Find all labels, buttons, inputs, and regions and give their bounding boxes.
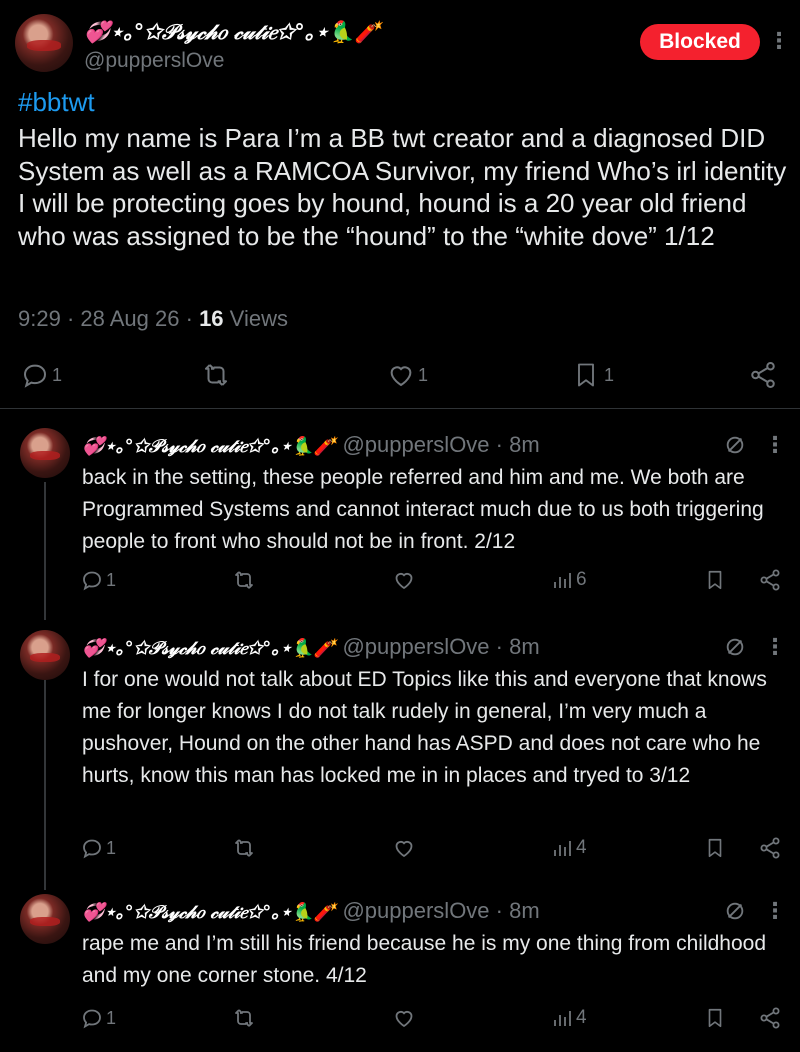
handle[interactable]: @pupperslOve [342, 432, 489, 457]
reply-button[interactable]: 1 [80, 836, 116, 860]
more-options-icon[interactable]: ⋮ [764, 434, 786, 456]
reply-button[interactable]: 1 [80, 1006, 116, 1030]
blocked-button[interactable]: Blocked [640, 24, 760, 60]
avatar[interactable] [15, 14, 73, 72]
like-button[interactable]: 1 [386, 360, 428, 390]
heart-icon [395, 840, 413, 858]
bookmark-button[interactable] [704, 836, 726, 860]
more-options-icon[interactable]: ⋮ [764, 636, 786, 658]
bookmark-icon [708, 838, 722, 858]
bookmark-button[interactable] [704, 568, 726, 592]
retweet-button[interactable] [200, 360, 232, 390]
share-icon [760, 1007, 780, 1029]
tweet-time: 8m [509, 634, 540, 659]
bookmark-button[interactable] [704, 1006, 726, 1030]
heart-icon [395, 1010, 413, 1028]
retweet-button[interactable] [232, 568, 256, 592]
tweet-date: 28 Aug 26 [80, 306, 180, 331]
views-count: 4 [576, 837, 587, 858]
tweet-time: 8m [509, 898, 540, 923]
heart-icon [395, 572, 413, 590]
divider [0, 408, 800, 409]
bookmark-icon [708, 570, 722, 590]
like-button[interactable] [392, 836, 416, 860]
reply-count: 1 [106, 837, 117, 858]
more-options-icon[interactable]: ⋮ [768, 30, 790, 52]
hashtag-link[interactable]: #bbtwt [18, 87, 95, 118]
not-interested-icon[interactable] [724, 900, 746, 922]
tweet-meta: 9:29 · 28 Aug 26 · 16 Views [18, 306, 288, 331]
views-count: 6 [576, 569, 587, 590]
retweet-icon [205, 364, 227, 386]
more-options-icon[interactable]: ⋮ [764, 900, 786, 922]
share-button[interactable] [758, 1006, 782, 1030]
like-button[interactable] [392, 1006, 416, 1030]
share-icon [760, 569, 780, 591]
handle[interactable]: @pupperslOve [84, 49, 224, 73]
analytics-icon [554, 573, 571, 588]
handle[interactable]: @pupperslOve [342, 898, 489, 923]
tweet-time: 9:29 [18, 306, 61, 331]
bookmark-count: 1 [604, 364, 615, 385]
handle[interactable]: @pupperslOve [342, 634, 489, 659]
reply-icon [83, 839, 101, 859]
share-icon [751, 362, 775, 388]
like-button[interactable] [392, 568, 416, 592]
reply-header: 💞⋆｡°✩𝒫𝓈𝓎𝒸𝒽𝑜 𝒸𝓊𝓉𝒾𝑒✩°｡⋆🦜🧨 @pupperslOve · 8… [82, 898, 540, 923]
display-name[interactable]: 💞⋆｡°✩𝒫𝓈𝓎𝒸𝒽𝑜 𝒸𝓊𝓉𝒾𝑒✩°｡⋆🦜🧨 [82, 902, 336, 923]
bookmark-icon [578, 363, 594, 387]
not-interested-icon[interactable] [724, 636, 746, 658]
analytics-icon [554, 841, 571, 856]
heart-icon [390, 366, 412, 387]
avatar[interactable] [20, 428, 70, 478]
like-count: 1 [418, 364, 429, 385]
views-count: 4 [576, 1007, 587, 1028]
tweet-text: I for one would not talk about ED Topics… [82, 668, 767, 787]
reply-button[interactable]: 1 [20, 360, 62, 390]
reply-icon [83, 571, 101, 591]
display-name[interactable]: 💞⋆｡°✩𝒫𝓈𝓎𝒸𝒽𝑜 𝒸𝓊𝓉𝒾𝑒✩°｡⋆🦜🧨 [84, 16, 381, 46]
reply-icon [83, 1009, 101, 1029]
views-button[interactable]: 6 [550, 568, 587, 592]
reply-button[interactable]: 1 [80, 568, 116, 592]
reply-header: 💞⋆｡°✩𝒫𝓈𝓎𝒸𝒽𝑜 𝒸𝓊𝓉𝒾𝑒✩°｡⋆🦜🧨 @pupperslOve · 8… [82, 634, 540, 659]
tweet-text: back in the setting, these people referr… [82, 466, 764, 553]
analytics-icon [554, 1011, 571, 1026]
display-name[interactable]: 💞⋆｡°✩𝒫𝓈𝓎𝒸𝒽𝑜 𝒸𝓊𝓉𝒾𝑒✩°｡⋆🦜🧨 [82, 436, 336, 457]
retweet-icon [235, 839, 253, 857]
reply-icon [23, 364, 47, 388]
retweet-button[interactable] [232, 1006, 256, 1030]
retweet-icon [235, 1009, 253, 1027]
share-button[interactable] [758, 568, 782, 592]
tweet-text: Hello my name is Para I’m a BB twt creat… [18, 123, 787, 251]
views-count: 16 [199, 306, 224, 331]
share-button[interactable] [748, 360, 778, 390]
tweet-time: 8m [509, 432, 540, 457]
retweet-icon [235, 571, 253, 589]
share-button[interactable] [758, 836, 782, 860]
bookmark-button[interactable]: 1 [572, 360, 614, 390]
avatar[interactable] [20, 894, 70, 944]
views-label: Views [229, 306, 288, 331]
display-name[interactable]: 💞⋆｡°✩𝒫𝓈𝓎𝒸𝒽𝑜 𝒸𝓊𝓉𝒾𝑒✩°｡⋆🦜🧨 [82, 638, 336, 659]
reply-count: 1 [106, 569, 117, 590]
retweet-button[interactable] [232, 836, 256, 860]
tweet-text: rape me and I’m still his friend because… [82, 932, 767, 987]
bookmark-icon [708, 1008, 722, 1028]
reply-count: 1 [52, 364, 63, 385]
thread-line [44, 482, 46, 620]
avatar[interactable] [20, 630, 70, 680]
thread-line [44, 680, 46, 890]
reply-header: 💞⋆｡°✩𝒫𝓈𝓎𝒸𝒽𝑜 𝒸𝓊𝓉𝒾𝑒✩°｡⋆🦜🧨 @pupperslOve · 8… [82, 432, 540, 457]
views-button[interactable]: 4 [550, 836, 587, 860]
views-button[interactable]: 4 [550, 1006, 587, 1030]
reply-count: 1 [106, 1007, 117, 1028]
share-icon [760, 837, 780, 859]
not-interested-icon[interactable] [724, 434, 746, 456]
